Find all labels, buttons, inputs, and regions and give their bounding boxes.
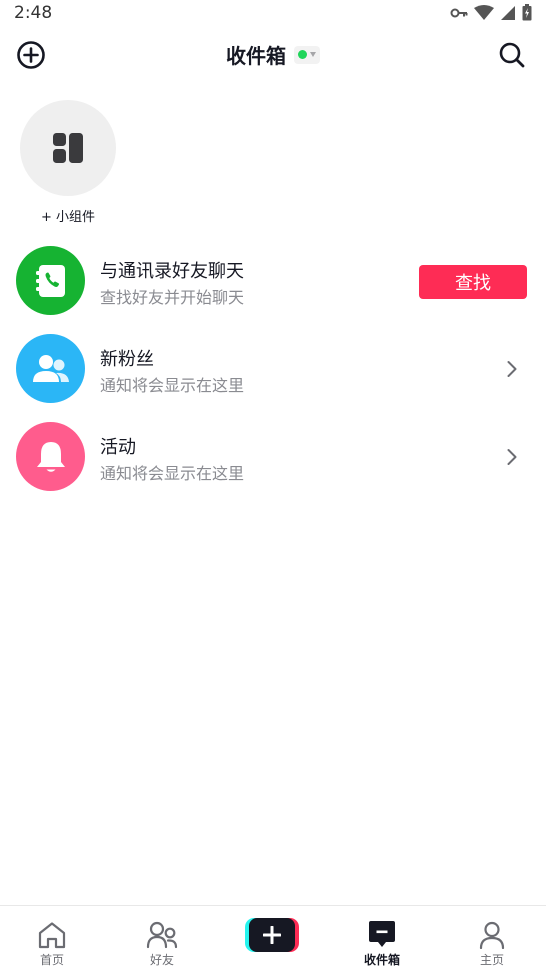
- widget-circle[interactable]: [20, 100, 116, 196]
- page-title: 收件箱: [226, 44, 286, 68]
- nav-label: 收件箱: [363, 953, 400, 967]
- row-title: 活动: [100, 437, 136, 458]
- bottom-nav: 首页 好友 收件箱 主页: [0, 905, 546, 974]
- bell-icon: [36, 441, 65, 472]
- create-plus-icon: [263, 926, 281, 944]
- vpn-key-icon: [450, 8, 468, 17]
- caret-down-icon: [310, 52, 316, 57]
- title-wrap: 收件箱: [0, 40, 546, 69]
- signal-icon: [501, 5, 515, 20]
- widget-grid-icon: [53, 133, 83, 163]
- create-button[interactable]: [245, 918, 299, 954]
- widget-label: + 小组件: [40, 210, 96, 225]
- people-icon: [32, 354, 69, 382]
- list-item-new-followers[interactable]: 新粉丝 通知将会显示在这里: [0, 324, 546, 412]
- inbox-icon: [369, 921, 395, 947]
- phone-contact-icon: [35, 264, 65, 297]
- nav-profile[interactable]: 主页: [452, 906, 532, 974]
- row-subtitle: 通知将会显示在这里: [100, 376, 245, 395]
- row-title: 新粉丝: [100, 349, 154, 370]
- list-item-contacts[interactable]: 与通讯录好友聊天 查找好友并开始聊天 查找: [0, 236, 546, 324]
- online-status-toggle[interactable]: [294, 45, 320, 64]
- online-dot-icon: [298, 50, 307, 59]
- chevron-right-icon: [507, 449, 517, 465]
- chevron-right-icon: [507, 361, 517, 377]
- battery-icon: [522, 4, 532, 21]
- add-widget[interactable]: + 小组件: [20, 100, 116, 225]
- followers-avatar: [16, 334, 85, 403]
- row-subtitle: 查找好友并开始聊天: [100, 288, 245, 307]
- find-contacts-button[interactable]: 查找: [419, 265, 527, 299]
- activity-avatar: [16, 422, 85, 491]
- nav-label: 首页: [39, 953, 64, 967]
- status-time: 2:48: [14, 3, 53, 23]
- status-icons: [450, 4, 532, 21]
- row-subtitle: 通知将会显示在这里: [100, 464, 245, 483]
- home-icon: [38, 922, 66, 949]
- nav-label: 主页: [479, 953, 504, 967]
- status-bar: 2:48: [0, 0, 546, 28]
- contacts-avatar: [16, 246, 85, 315]
- inbox-screen: 2:48 收件箱 + 小组件 与通讯录好友聊天 查找好友并开始聊天 查找 新粉丝…: [0, 0, 546, 974]
- profile-icon: [479, 921, 505, 949]
- search-icon: [499, 42, 525, 68]
- wifi-icon: [474, 4, 494, 20]
- header: 收件箱: [0, 28, 546, 80]
- search-button[interactable]: [496, 39, 528, 71]
- nav-inbox[interactable]: 收件箱: [342, 906, 422, 974]
- list-item-activity[interactable]: 活动 通知将会显示在这里: [0, 412, 546, 500]
- nav-home[interactable]: 首页: [12, 906, 92, 974]
- nav-friends[interactable]: 好友: [122, 906, 202, 974]
- friends-icon: [146, 921, 178, 949]
- row-title: 与通讯录好友聊天: [100, 261, 244, 282]
- nav-label: 好友: [149, 953, 174, 967]
